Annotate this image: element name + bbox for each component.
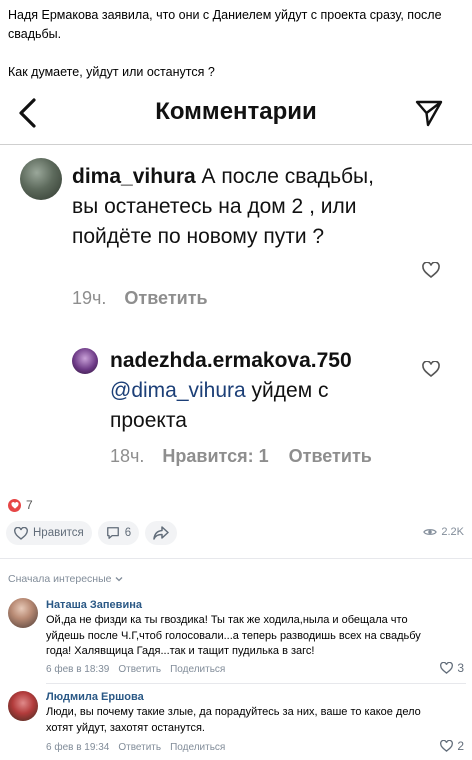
- divider: [0, 558, 472, 559]
- divider: [46, 683, 466, 684]
- send-icon: [415, 100, 443, 127]
- comment-like-button[interactable]: 2: [440, 739, 464, 753]
- reply-link[interactable]: Ответить: [118, 742, 161, 753]
- eye-icon: [423, 529, 438, 535]
- comment-time: 18ч.: [110, 446, 145, 466]
- screenshot-comment-2: nadezhda.ermakova.750 @dima_vihura уйдем…: [110, 346, 410, 436]
- comment-text: Люди, вы почему такие злые, да порадуйте…: [46, 706, 421, 734]
- comment-date[interactable]: 6 фев в 18:39: [46, 664, 109, 675]
- heart-outline-icon: [422, 361, 440, 377]
- share-link[interactable]: Поделиться: [170, 664, 225, 675]
- avatar[interactable]: [8, 598, 38, 628]
- screenshot-title: Комментарии: [155, 98, 317, 125]
- like-label: Нравится: [33, 527, 84, 539]
- comment-username: dima_vihura: [72, 165, 196, 188]
- comment-button[interactable]: 6: [97, 521, 140, 545]
- share-link[interactable]: Поделиться: [170, 742, 225, 753]
- post-line-2: Как думаете, уйдут или останутся ?: [8, 65, 215, 79]
- comment-likes: Нравится: 1: [162, 446, 269, 466]
- reaction-count: 7: [26, 498, 33, 512]
- heart-outline-icon: [440, 740, 454, 752]
- comment-time: 19ч.: [72, 288, 107, 308]
- screenshot-header: Комментарии: [0, 88, 472, 138]
- share-button[interactable]: [145, 521, 178, 545]
- comment-like-count: 2: [457, 739, 464, 753]
- screenshot-comment-1-meta: 19ч. Ответить: [72, 288, 208, 309]
- comment-text: Ой,да не физди ка ты гвоздика! Ты так же…: [46, 614, 421, 657]
- comment-mention: @dima_vihura: [110, 379, 246, 402]
- like-button[interactable]: Нравится: [6, 521, 92, 545]
- chevron-down-icon: [115, 577, 122, 582]
- heart-filled-icon: [8, 498, 21, 512]
- reply-link[interactable]: Ответить: [118, 664, 161, 675]
- reaction-summary[interactable]: 7: [8, 497, 33, 513]
- sort-label: Сначала интересные: [8, 573, 112, 585]
- reply-link: Ответить: [288, 446, 372, 466]
- heart-outline-icon: [14, 526, 28, 540]
- comments-count: 6: [124, 527, 132, 539]
- comments-sort[interactable]: Сначала интересные: [8, 573, 123, 585]
- comment-date[interactable]: 6 фев в 19:34: [46, 742, 109, 753]
- screenshot-divider: [0, 144, 472, 145]
- comment-meta: 6 фев в 18:39 Ответить Поделиться: [46, 664, 234, 675]
- comment-username: nadezhda.ermakova.750: [110, 349, 352, 372]
- reply-link: Ответить: [124, 288, 208, 308]
- comment-meta: 6 фев в 19:34 Ответить Поделиться: [46, 742, 234, 753]
- post-line-1: Надя Ермакова заявила, что они с Даниеле…: [8, 8, 442, 41]
- comment-author[interactable]: Людмила Ершова: [46, 691, 144, 703]
- views-counter: 2.2K: [423, 526, 464, 538]
- avatar[interactable]: [8, 691, 38, 721]
- comment-like-count: 3: [457, 661, 464, 675]
- heart-outline-icon: [422, 262, 440, 278]
- screenshot-comment-1: dima_vihura А после свадьбы, вы останете…: [72, 162, 392, 252]
- avatar: [72, 348, 98, 374]
- share-icon: [153, 526, 169, 540]
- comment-author[interactable]: Наташа Запевина: [46, 599, 142, 611]
- screenshot-comment-2-meta: 18ч. Нравится: 1 Ответить: [110, 446, 372, 467]
- post-text: Надя Ермакова заявила, что они с Даниеле…: [8, 6, 464, 82]
- comment-like-button[interactable]: 3: [440, 661, 464, 675]
- post-actions: Нравится 6: [6, 521, 183, 545]
- comment-icon: [106, 527, 119, 539]
- embedded-screenshot[interactable]: Комментарии dima_vihura А после свадьбы,…: [0, 88, 472, 488]
- avatar: [20, 158, 62, 200]
- heart-outline-icon: [440, 662, 454, 674]
- views-count: 2.2K: [441, 526, 464, 538]
